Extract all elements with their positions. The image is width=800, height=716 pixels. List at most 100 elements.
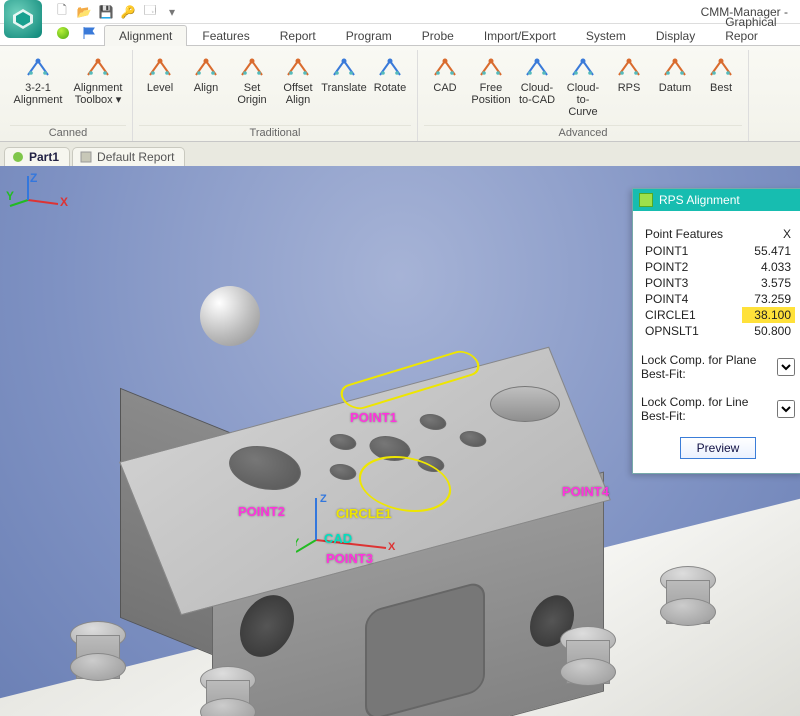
ribbon: 3-2-1AlignmentAlignmentToolbox ▾CannedLe…: [0, 46, 800, 142]
tab-system[interactable]: System: [571, 25, 641, 45]
rps-row[interactable]: POINT33.575: [641, 275, 795, 291]
free-icon: [477, 54, 505, 82]
doctab-label: Default Report: [97, 150, 174, 164]
btn-label: FreePosition: [471, 82, 510, 106]
datum-icon: [661, 54, 689, 82]
btn-offset-icon[interactable]: OffsetAlign: [277, 52, 319, 123]
rps-row[interactable]: OPNSLT150.800: [641, 323, 795, 339]
ctcurve-icon: [569, 54, 597, 82]
tab-features[interactable]: Features: [187, 25, 264, 45]
ribbon-tabstrip: AlignmentFeaturesReportProgramProbeImpor…: [0, 24, 800, 46]
rps-cell-x: 50.800: [742, 323, 795, 339]
tab-app-blue[interactable]: [76, 23, 104, 45]
label-point3: POINT3: [326, 551, 373, 566]
btn-ctc-icon[interactable]: Cloud-to-CAD: [516, 52, 558, 123]
rps-row[interactable]: CIRCLE138.100: [641, 307, 795, 323]
rps-th-x: X: [742, 225, 795, 243]
origin-icon: [238, 54, 266, 82]
doctab-label: Part1: [29, 150, 59, 164]
btn-label: SetOrigin: [237, 82, 266, 106]
rps-cell-name: POINT2: [641, 259, 742, 275]
group-traditional: Level Align SetOrigin OffsetAlignTranslate R…: [133, 50, 418, 141]
open-icon[interactable]: 📂: [76, 4, 92, 20]
btn-datum-icon[interactable]: Datum: [654, 52, 696, 123]
tab-graphical-repor[interactable]: Graphical Repor: [710, 11, 800, 45]
rps-row[interactable]: POINT155.471: [641, 243, 795, 259]
group-title-traditional: Traditional: [139, 125, 411, 141]
tool1-icon[interactable]: 🔑: [120, 4, 136, 20]
group-canned: 3-2-1AlignmentAlignmentToolbox ▾Canned: [4, 50, 133, 141]
btn-rotate-icon[interactable]: Rotate: [369, 52, 411, 123]
rps-cell-name: POINT1: [641, 243, 742, 259]
title-bar: 🗋📂💾🔑🗔▾ CMM-Manager -: [0, 0, 800, 24]
cylinder-boss: [490, 386, 560, 422]
preview-button[interactable]: Preview: [680, 437, 757, 459]
rps-row[interactable]: POINT24.033: [641, 259, 795, 275]
rps-icon: [615, 54, 643, 82]
btn-label: Rotate: [374, 82, 406, 94]
btn-label: RPS: [618, 82, 641, 94]
viewport-3d[interactable]: X Y Z X: [0, 166, 800, 716]
btn-align-icon[interactable]: Align: [185, 52, 227, 123]
tool2-icon[interactable]: 🗔: [142, 4, 158, 20]
btn-321-icon[interactable]: 3-2-1Alignment: [10, 52, 66, 123]
tab-app-color[interactable]: [50, 23, 76, 45]
rps-row[interactable]: POINT473.259: [641, 291, 795, 307]
rps-opt-plane-select[interactable]: [777, 358, 795, 376]
rps-cell-name: CIRCLE1: [641, 307, 742, 323]
rps-table: Point Features X POINT155.471POINT24.033…: [641, 225, 795, 339]
btn-label: Best: [710, 82, 732, 94]
btn-label: Datum: [659, 82, 691, 94]
cad-icon: [431, 54, 459, 82]
tab-report[interactable]: Report: [265, 25, 331, 45]
rps-panel-title: RPS Alignment: [633, 189, 800, 211]
btn-label: Level: [147, 82, 173, 94]
tab-probe[interactable]: Probe: [407, 25, 469, 45]
tab-program[interactable]: Program: [331, 25, 407, 45]
rps-panel: RPS Alignment Point Features X POINT155.…: [632, 188, 800, 474]
standoff-2: [200, 666, 256, 716]
tab-import-export[interactable]: Import/Export: [469, 25, 571, 45]
label-circle1: CIRCLE1: [336, 506, 392, 521]
btn-toolbox-icon[interactable]: AlignmentToolbox ▾: [70, 52, 126, 123]
rps-title-text: RPS Alignment: [659, 193, 740, 207]
doctab-icon: [79, 150, 93, 164]
btn-ctcurve-icon[interactable]: Cloud-to-Curve: [562, 52, 604, 123]
tab-display[interactable]: Display: [641, 25, 710, 45]
btn-cad-icon[interactable]: CAD: [424, 52, 466, 123]
btn-free-icon[interactable]: FreePosition: [470, 52, 512, 123]
translate-icon: [330, 54, 358, 82]
tab-alignment[interactable]: Alignment: [104, 25, 187, 45]
rps-cell-x: 73.259: [742, 291, 795, 307]
svg-text:Y: Y: [296, 537, 300, 549]
btn-origin-icon[interactable]: SetOrigin: [231, 52, 273, 123]
app-logo[interactable]: [4, 0, 42, 38]
label-point4: POINT4: [562, 484, 609, 499]
qat-dropdown-icon[interactable]: ▾: [164, 4, 180, 20]
ctc-icon: [523, 54, 551, 82]
tooling-sphere: [200, 286, 260, 346]
save-icon[interactable]: 💾: [98, 4, 114, 20]
btn-rps-icon[interactable]: RPS: [608, 52, 650, 123]
quick-access-toolbar: 🗋 📂 💾 🔑 🗔 ▾: [54, 4, 180, 20]
doctab-part1[interactable]: Part1: [4, 147, 70, 166]
rps-opt-line-label: Lock Comp. for Line Best-Fit:: [641, 395, 777, 423]
btn-label: CAD: [433, 82, 456, 94]
offset-icon: [284, 54, 312, 82]
btn-label: Cloud-to-Curve: [562, 82, 604, 118]
btn-label: Cloud-to-CAD: [516, 82, 558, 106]
rps-cell-x: 38.100: [742, 307, 795, 323]
btn-best-icon[interactable]: Best: [700, 52, 742, 123]
rps-opt-line-select[interactable]: [777, 400, 795, 418]
rps-opt-plane-label: Lock Comp. for Plane Best-Fit:: [641, 353, 777, 381]
btn-translate-icon[interactable]: Translate: [323, 52, 365, 123]
btn-level-icon[interactable]: Level: [139, 52, 181, 123]
label-point1: POINT1: [350, 410, 397, 425]
new-icon[interactable]: 🗋: [54, 4, 70, 20]
label-point2: POINT2: [238, 504, 285, 519]
doctab-default-report[interactable]: Default Report: [72, 147, 185, 166]
btn-label: Translate: [321, 82, 366, 94]
btn-label: 3-2-1Alignment: [14, 82, 63, 106]
btn-label: AlignmentToolbox ▾: [74, 82, 123, 106]
rps-cell-x: 4.033: [742, 259, 795, 275]
